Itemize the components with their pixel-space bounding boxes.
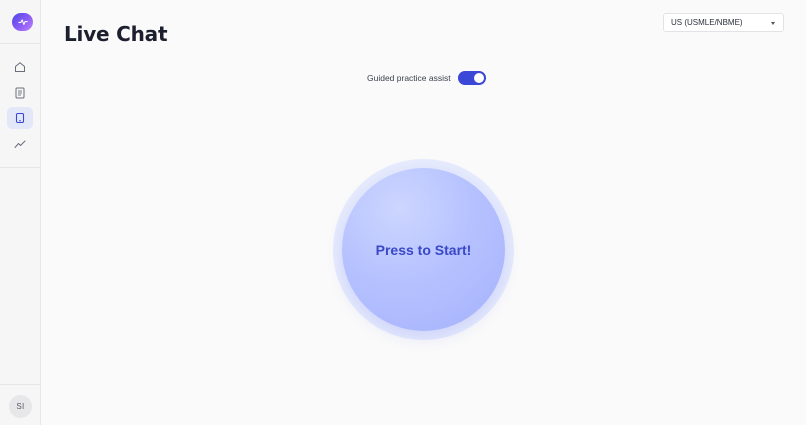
home-icon xyxy=(15,62,25,72)
sidebar: SI xyxy=(0,0,41,425)
sidebar-item-analytics[interactable] xyxy=(7,133,33,155)
pulse-logo-icon[interactable] xyxy=(12,13,33,31)
tablet-icon xyxy=(15,112,25,124)
toggle-knob xyxy=(473,73,484,83)
start-button[interactable]: Press to Start! xyxy=(342,168,505,331)
chevron-down-icon xyxy=(771,22,775,25)
assist-toggle[interactable] xyxy=(457,71,486,85)
sidebar-item-live-chat[interactable] xyxy=(7,107,33,129)
sidebar-item-documents[interactable] xyxy=(7,82,33,104)
sidebar-divider-bottom xyxy=(0,384,40,385)
start-button-label: Press to Start! xyxy=(375,241,472,258)
region-select[interactable]: US (USMLE/NBME) xyxy=(663,13,784,32)
assist-row: Guided practice assist xyxy=(367,70,486,86)
sidebar-divider-top xyxy=(0,43,40,44)
document-icon xyxy=(15,87,25,99)
assist-label: Guided practice assist xyxy=(367,73,451,83)
avatar[interactable]: SI xyxy=(9,395,32,418)
region-select-value: US (USMLE/NBME) xyxy=(671,18,743,27)
sidebar-divider-middle xyxy=(0,167,40,168)
page-title: Live Chat xyxy=(64,22,168,46)
sidebar-item-home[interactable] xyxy=(7,56,33,78)
trend-icon xyxy=(14,140,26,148)
